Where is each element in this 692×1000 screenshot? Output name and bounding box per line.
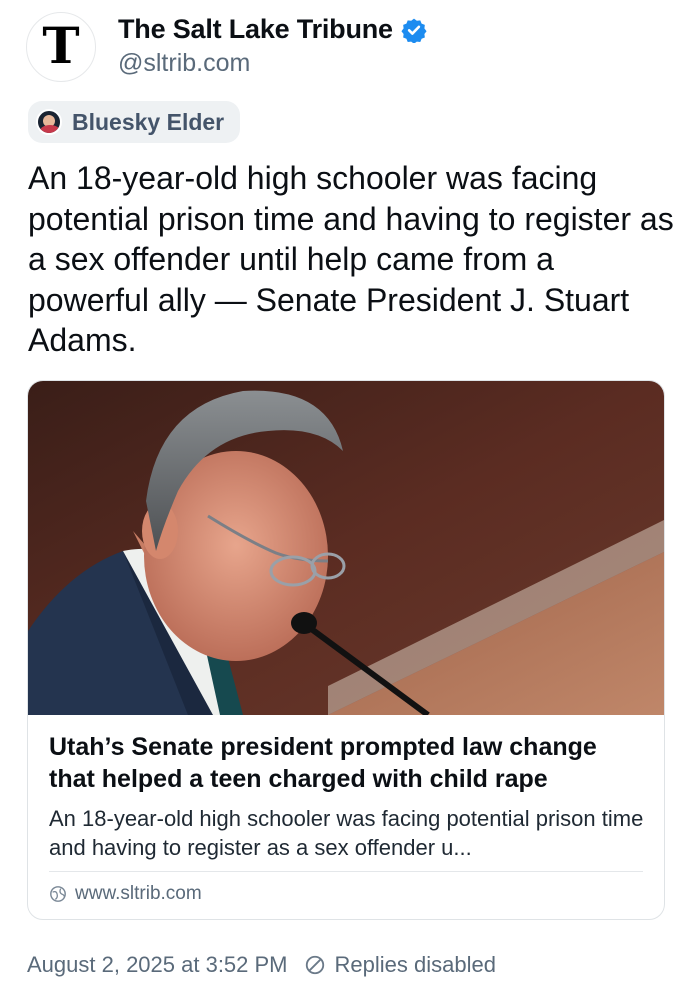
link-preview-card[interactable]: Utah’s Senate president prompted law cha…: [27, 380, 665, 920]
post-detail: T The Salt Lake Tribune @sltrib.com Blue…: [0, 0, 692, 1000]
label-text: Bluesky Elder: [72, 108, 225, 135]
author-handle[interactable]: @sltrib.com: [118, 49, 250, 78]
post-meta: August 2, 2025 at 3:52 PM Replies disabl…: [27, 952, 496, 978]
bluesky-elder-label[interactable]: Bluesky Elder: [28, 101, 241, 143]
author-avatar[interactable]: T: [26, 12, 96, 82]
link-card-domain-text: www.sltrib.com: [75, 883, 202, 904]
elder-badge-icon: [36, 109, 62, 135]
post-timestamp[interactable]: August 2, 2025 at 3:52 PM: [27, 952, 288, 978]
author-name-text: The Salt Lake Tribune: [118, 14, 393, 44]
post-text: An 18-year-old high schooler was facing …: [28, 160, 674, 358]
verified-badge-icon: [401, 18, 427, 43]
globe-icon: [50, 886, 66, 902]
ban-icon: [305, 955, 324, 975]
author-display-name[interactable]: The Salt Lake Tribune: [118, 14, 427, 45]
link-card-title: Utah’s Senate president prompted law cha…: [49, 733, 597, 793]
link-card-divider: [49, 871, 643, 872]
link-card-description: An 18-year-old high schooler was facing …: [49, 806, 644, 860]
link-card-domain: www.sltrib.com: [49, 883, 202, 905]
avatar-logo-letter: T: [42, 16, 80, 75]
link-card-image: [28, 381, 664, 715]
replies-disabled-text: Replies disabled: [334, 952, 496, 977]
